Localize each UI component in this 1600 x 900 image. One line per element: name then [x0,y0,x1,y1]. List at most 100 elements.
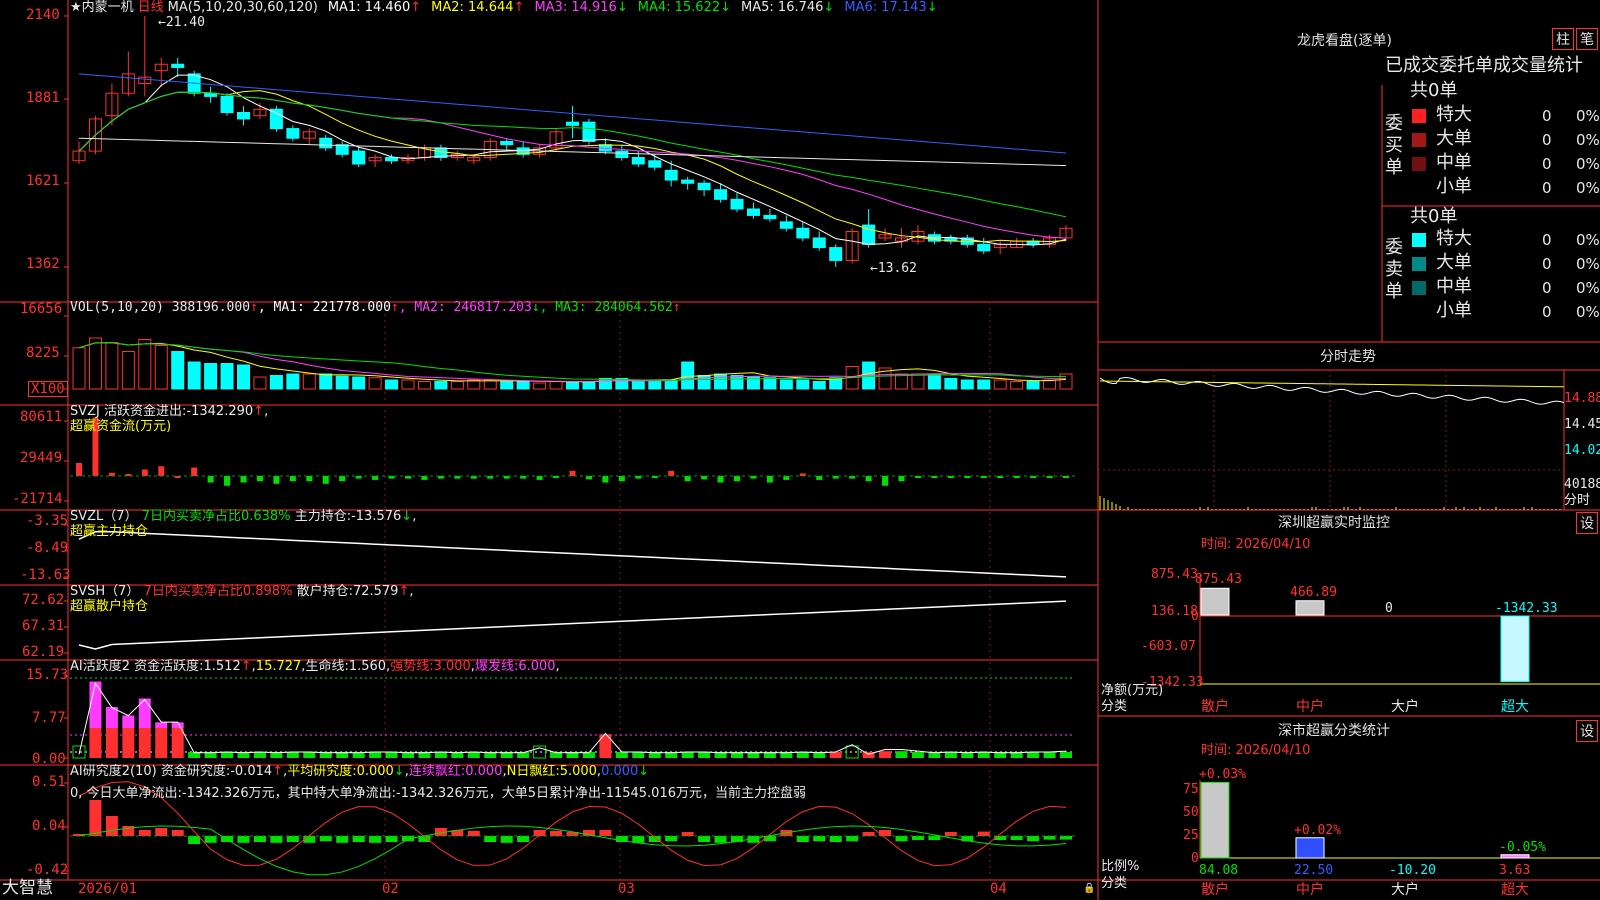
research-bar [1027,836,1039,841]
svzj-subtitle: 超赢资金流(万元) [70,420,171,433]
intraday-tick-0: 14.88 [1564,392,1600,405]
activity-bar [945,752,957,758]
y-tick-air-1: 0.04 [32,819,66,833]
ma-value-6: MA6: 17.143 [844,0,926,15]
sell-row-swatch [1412,305,1426,319]
stock-title[interactable]: ★内蒙一机 [70,0,134,15]
research-bar [599,830,611,836]
bar-mode-button[interactable]: 柱 [1552,28,1574,50]
research-bar [879,830,891,836]
buy-row-count: 0 [1542,109,1552,124]
monitor-value-label: 0 [1385,602,1393,615]
volume-bar [1011,382,1023,390]
classify-value: -10.20 [1389,864,1436,877]
fund-flow-bar [619,476,625,481]
candle [682,180,694,183]
candle [270,109,282,128]
buy-row-count: 0 [1542,181,1552,196]
volume-bar [254,377,266,389]
ai-active-value: 1.512 [204,659,241,674]
y-tick-ai-2: 0.00 [32,752,66,766]
y-tick-main-1: 1881 [26,91,60,105]
monitor-title: 深圳超赢实时监控 [1278,516,1390,530]
research-bar [238,836,250,843]
svsh-name: SVSH（7） [70,584,139,599]
y-tick-svsh-0: 72.62 [22,593,64,607]
vol-ma-arrow: ↓ [532,300,540,315]
volume-bar [599,379,611,390]
activity-bar [221,752,233,758]
research-bar [89,800,101,836]
fund-flow-bar [76,463,82,476]
intraday-vol-unit: 分时 [1564,494,1590,507]
activity-bar [468,752,480,758]
volume-bar [221,364,233,390]
classify-category: 大户 [1391,883,1419,897]
fund-flow-bar [570,471,576,476]
classify-title: 深市超赢分类统计 [1278,724,1390,738]
volume-bar [978,380,990,389]
sell-row-percent: 0% [1576,281,1600,296]
volume-bar [501,382,513,390]
activity-bar [682,752,694,758]
svzl-ratio: 7日内买卖净占比0.638% [142,509,291,524]
y-tick-ai-1: 7.77 [32,711,66,725]
y-tick-svsh-1: 67.31 [22,619,64,633]
retail-holding-line [79,601,1066,649]
lock-icon[interactable]: 🔒 [1083,884,1095,894]
activity-bar [155,728,167,758]
research-bar [1060,836,1072,840]
research-bar [1044,836,1056,840]
classify-category: 中户 [1296,883,1324,897]
y-tick-vol-0: 16656 [20,302,62,316]
activity-bar [1027,752,1039,758]
y-tick-ai-0: 15.73 [26,668,68,682]
fund-flow-bar [306,476,312,481]
fund-flow-bar [882,476,888,486]
svzl-subtitle: 超赢主力持仓 [70,525,148,538]
classify-settings-button[interactable]: 设 [1576,720,1598,742]
svsh-value: 72.579 [353,584,399,599]
buy-row-percent: 0% [1576,157,1600,172]
monitor-value-label: 466.89 [1290,586,1337,599]
monitor-settings-button[interactable]: 设 [1576,512,1598,534]
buy-row-label: 小单 [1436,178,1472,196]
sell-row-percent: 0% [1576,257,1600,272]
ma-value-1: MA1: 14.460 [328,0,410,15]
period-label[interactable]: 日线 [138,0,164,15]
candle [632,158,644,164]
svsh-subtitle: 超赢散户持仓 [70,600,148,613]
vol-unit-label[interactable]: X100 [28,381,68,397]
sell-row-label: 中单 [1436,278,1472,296]
volume-bar [139,340,151,390]
candle [978,244,990,250]
research-bar [287,836,299,842]
y-tick-svsh-2: 62.19 [22,645,64,659]
fund-flow-bar [158,466,164,476]
monitor-category: 大户 [1391,700,1419,714]
fund-flow-bar [668,471,674,476]
monitor-bar [1201,588,1229,615]
stock-analysis-window: ★内蒙一机 日线 MA(5,10,20,30,60,120) MA1: 14.460↑… [0,0,1600,900]
research-bar [715,836,727,843]
x-label-2: 03 [618,882,635,896]
activity-bar [1060,752,1072,758]
y-tick-main-3: 1362 [26,257,60,271]
fund-flow-bar [290,476,296,481]
research-bar [813,836,825,841]
candle [567,122,579,125]
monitor-value-label: -1342.33 [1495,602,1558,615]
fund-flow-bar [767,476,773,483]
ma-value-2: MA2: 14.644 [431,0,513,15]
candle [747,209,759,215]
activity-bar [73,746,85,758]
tick-mode-button[interactable]: 笔 [1576,28,1598,50]
classify-ylabel: 比例% [1101,860,1139,873]
research-bar [484,836,496,842]
monitor-value-label: 875.43 [1195,573,1242,586]
intraday-avg-line [1100,381,1564,387]
volume-bar [172,352,184,390]
volume-bar [797,380,809,389]
volume-bar [287,374,299,389]
research-bar [336,836,348,843]
